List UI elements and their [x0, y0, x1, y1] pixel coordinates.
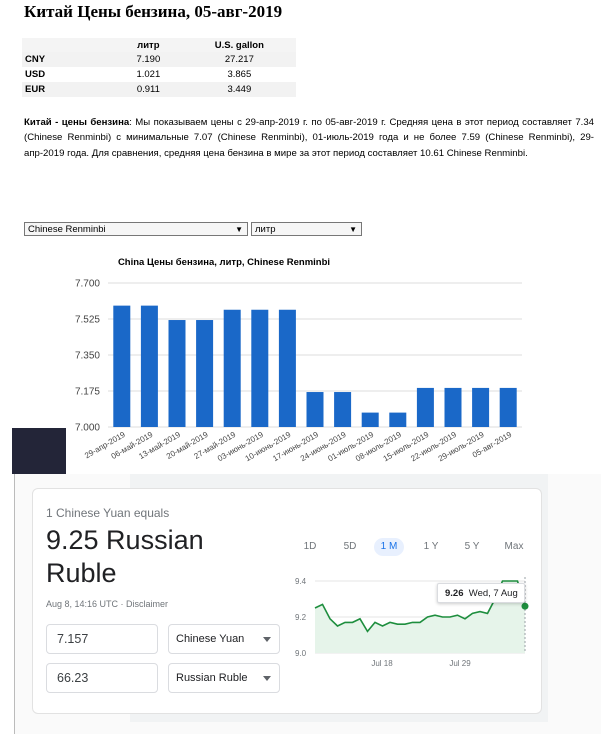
bar: [113, 305, 131, 427]
bar: [499, 387, 517, 427]
currency-cell: USD: [25, 69, 46, 80]
table-header-row: литр U.S. gallon: [22, 38, 296, 52]
bar: [361, 412, 379, 427]
y-tick-label: 7.350: [75, 351, 100, 362]
gallon-cell: 3.449: [182, 82, 296, 97]
table-header-currency: [22, 38, 114, 52]
rate-tooltip: 9.26 Wed, 7 Aug: [437, 583, 525, 603]
y-tick-label: 7.525: [75, 315, 100, 326]
chart-title: China Цены бензина, литр, Chinese Renmin…: [118, 257, 330, 268]
price-table: литр U.S. gallon CNY 7.190 27.217 USD 1.…: [22, 38, 296, 97]
tooltip-date: Wed, 7 Aug: [468, 588, 518, 599]
amount-to-input[interactable]: 66.23: [46, 663, 158, 693]
table-header-liter: литр: [114, 38, 183, 52]
divider: [14, 474, 15, 734]
liter-cell: 7.190: [114, 52, 183, 67]
spark-y-label: 9.2: [295, 613, 307, 622]
range-tab-5d[interactable]: 5D: [335, 538, 365, 556]
tooltip-value: 9.26: [445, 588, 464, 599]
gallon-cell: 27.217: [182, 52, 296, 67]
spark-x-label: Jul 29: [449, 659, 471, 668]
bar: [334, 392, 352, 427]
range-tab-1d[interactable]: 1D: [295, 538, 325, 556]
table-header-gallon: U.S. gallon: [182, 38, 296, 52]
range-tab-1y[interactable]: 1 Y: [416, 538, 446, 556]
dropdown-arrow-icon: ▼: [235, 225, 243, 234]
range-tab-1m[interactable]: 1 M: [374, 538, 404, 556]
spark-y-label: 9.4: [295, 577, 307, 586]
currency-select[interactable]: Chinese Renminbi ▼: [24, 222, 248, 236]
currency-to-select[interactable]: Russian Ruble: [168, 663, 280, 693]
y-tick-label: 7.000: [75, 423, 100, 434]
bar: [278, 309, 296, 427]
bar: [444, 387, 462, 427]
liter-cell: 0.911: [114, 82, 183, 97]
gallon-cell: 3.865: [227, 69, 252, 80]
caret-down-icon: [263, 676, 271, 681]
currency-select-value: Chinese Renminbi: [28, 224, 106, 235]
table-row: CNY 7.190 27.217: [22, 52, 296, 67]
spark-point: [521, 602, 529, 610]
converter-timestamp[interactable]: Aug 8, 14:16 UTC · Disclaimer: [46, 599, 168, 609]
currency-cell: CNY: [22, 52, 114, 67]
bar: [472, 387, 490, 427]
fuel-price-bar-chart: China Цены бензина, литр, Chinese Renmin…: [75, 257, 522, 463]
dropdown-arrow-icon: ▼: [349, 225, 357, 234]
bar: [306, 392, 324, 427]
currency-from-value: Chinese Yuan: [176, 633, 245, 645]
description-paragraph: Китай - цены бензина: Мы показываем цены…: [24, 115, 594, 161]
currency-to-value: Russian Ruble: [176, 672, 248, 684]
converter-result: 9.25 Russian Ruble: [46, 525, 204, 588]
caret-down-icon: [263, 637, 271, 642]
range-tab-max[interactable]: Max: [499, 538, 529, 556]
amount-from-input[interactable]: 7.157: [46, 624, 158, 654]
unit-select-value: литр: [255, 224, 276, 235]
currency-from-select[interactable]: Chinese Yuan: [168, 624, 280, 654]
description-lead: Китай - цены бензина: [24, 117, 130, 128]
unit-select[interactable]: литр ▼: [251, 222, 362, 236]
bar: [223, 309, 241, 427]
page-title: Китай Цены бензина, 05-авг-2019: [24, 2, 283, 21]
bar: [196, 320, 214, 427]
liter-cell: 1.021: [136, 69, 161, 80]
y-tick-label: 7.175: [75, 387, 100, 398]
table-row: USD 1.021 3.865: [22, 67, 296, 82]
bar: [251, 309, 269, 427]
bar: [140, 305, 158, 427]
bar: [416, 387, 434, 427]
dark-thumbnail: [12, 428, 66, 474]
spark-y-label: 9.0: [295, 649, 307, 658]
bar: [389, 412, 407, 427]
y-tick-label: 7.700: [75, 279, 100, 290]
range-tab-5y[interactable]: 5 Y: [457, 538, 487, 556]
spark-x-label: Jul 18: [371, 659, 393, 668]
table-row: EUR 0.911 3.449: [22, 82, 296, 97]
currency-cell: EUR: [22, 82, 114, 97]
converter-equals-text: 1 Chinese Yuan equals: [46, 506, 170, 520]
bar: [168, 320, 186, 427]
